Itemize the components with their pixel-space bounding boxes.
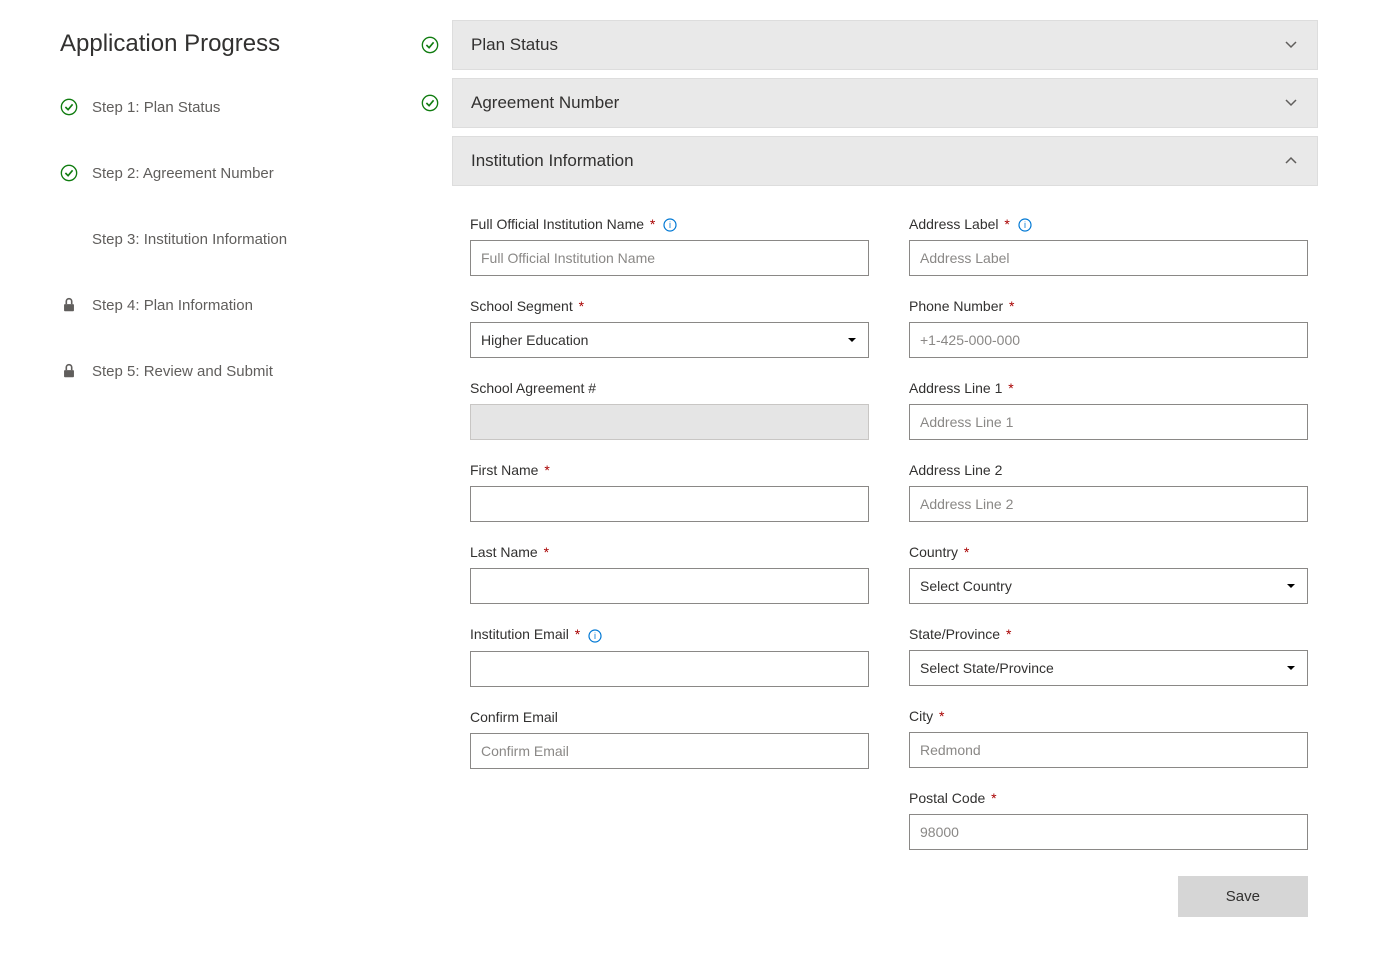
institution-email-label: Institution Email * i <box>470 626 869 642</box>
step-label: Step 4: Plan Information <box>92 297 253 314</box>
last-name-input[interactable] <box>470 568 869 604</box>
state-province-label: State/Province * <box>909 626 1308 642</box>
step-label: Step 2: Agreement Number <box>92 165 274 182</box>
form-column-left: Full Official Institution Name * i Schoo… <box>470 216 869 917</box>
step-label: Step 1: Plan Status <box>92 99 220 116</box>
sidebar-step-institution-information[interactable]: Step 3: Institution Information <box>60 220 390 258</box>
confirm-email-label: Confirm Email <box>470 709 869 725</box>
panel-agreement-number: Agreement Number <box>420 78 1318 128</box>
institution-name-label: Full Official Institution Name * i <box>470 216 869 232</box>
panel-header-institution-information[interactable]: Institution Information <box>452 136 1318 186</box>
confirm-email-input[interactable] <box>470 733 869 769</box>
first-name-input[interactable] <box>470 486 869 522</box>
country-label: Country * <box>909 544 1308 560</box>
last-name-label: Last Name * <box>470 544 869 560</box>
main-content: Plan Status Agreement Number <box>420 20 1318 935</box>
info-icon[interactable]: i <box>663 218 677 232</box>
school-agreement-label: School Agreement # <box>470 380 869 396</box>
info-icon[interactable]: i <box>588 629 602 643</box>
panel-title: Plan Status <box>471 35 558 55</box>
panel-header-plan-status[interactable]: Plan Status <box>452 20 1318 70</box>
address-label-input[interactable] <box>909 240 1308 276</box>
check-circle-icon <box>420 94 440 112</box>
panel-header-agreement-number[interactable]: Agreement Number <box>452 78 1318 128</box>
check-circle-icon <box>60 164 78 182</box>
chevron-down-icon <box>1283 36 1299 55</box>
check-circle-icon <box>60 98 78 116</box>
state-province-select[interactable]: Select State/Province <box>909 650 1308 686</box>
info-icon[interactable]: i <box>1018 218 1032 232</box>
institution-email-input[interactable] <box>470 651 869 687</box>
school-segment-select[interactable]: Higher Education <box>470 322 869 358</box>
sidebar-step-plan-information[interactable]: Step 4: Plan Information <box>60 286 390 324</box>
lock-icon <box>60 296 78 314</box>
check-circle-icon <box>420 36 440 54</box>
first-name-label: First Name * <box>470 462 869 478</box>
sidebar-step-agreement-number[interactable]: Step 2: Agreement Number <box>60 154 390 192</box>
panel-plan-status: Plan Status <box>420 20 1318 70</box>
svg-text:i: i <box>1024 220 1026 230</box>
address-label-label: Address Label * i <box>909 216 1308 232</box>
address-line-2-label: Address Line 2 <box>909 462 1308 478</box>
school-agreement-input <box>470 404 869 440</box>
panel-title: Institution Information <box>471 151 634 171</box>
chevron-up-icon <box>1283 152 1299 171</box>
postal-code-input[interactable] <box>909 814 1308 850</box>
panel-institution-information: Institution Information Full Official In… <box>420 136 1318 927</box>
svg-text:i: i <box>594 631 596 641</box>
address-line-1-label: Address Line 1 * <box>909 380 1308 396</box>
svg-text:i: i <box>669 220 671 230</box>
city-input[interactable] <box>909 732 1308 768</box>
school-segment-label: School Segment * <box>470 298 869 314</box>
sidebar-step-review-submit[interactable]: Step 5: Review and Submit <box>60 352 390 390</box>
institution-name-input[interactable] <box>470 240 869 276</box>
city-label: City * <box>909 708 1308 724</box>
chevron-down-icon <box>1283 94 1299 113</box>
address-line-2-input[interactable] <box>909 486 1308 522</box>
address-line-1-input[interactable] <box>909 404 1308 440</box>
step-label: Step 3: Institution Information <box>92 231 287 248</box>
sidebar-title: Application Progress <box>60 30 390 58</box>
sidebar: Application Progress Step 1: Plan Status… <box>60 20 390 935</box>
country-select[interactable]: Select Country <box>909 568 1308 604</box>
save-button[interactable]: Save <box>1178 876 1308 917</box>
step-label: Step 5: Review and Submit <box>92 363 273 380</box>
sidebar-step-plan-status[interactable]: Step 1: Plan Status <box>60 88 390 126</box>
phone-number-input[interactable] <box>909 322 1308 358</box>
phone-number-label: Phone Number * <box>909 298 1308 314</box>
panel-title: Agreement Number <box>471 93 619 113</box>
form-column-right: Address Label * i Phone Number * <box>909 216 1308 917</box>
postal-code-label: Postal Code * <box>909 790 1308 806</box>
lock-icon <box>60 362 78 380</box>
panel-body: Full Official Institution Name * i Schoo… <box>420 186 1318 927</box>
